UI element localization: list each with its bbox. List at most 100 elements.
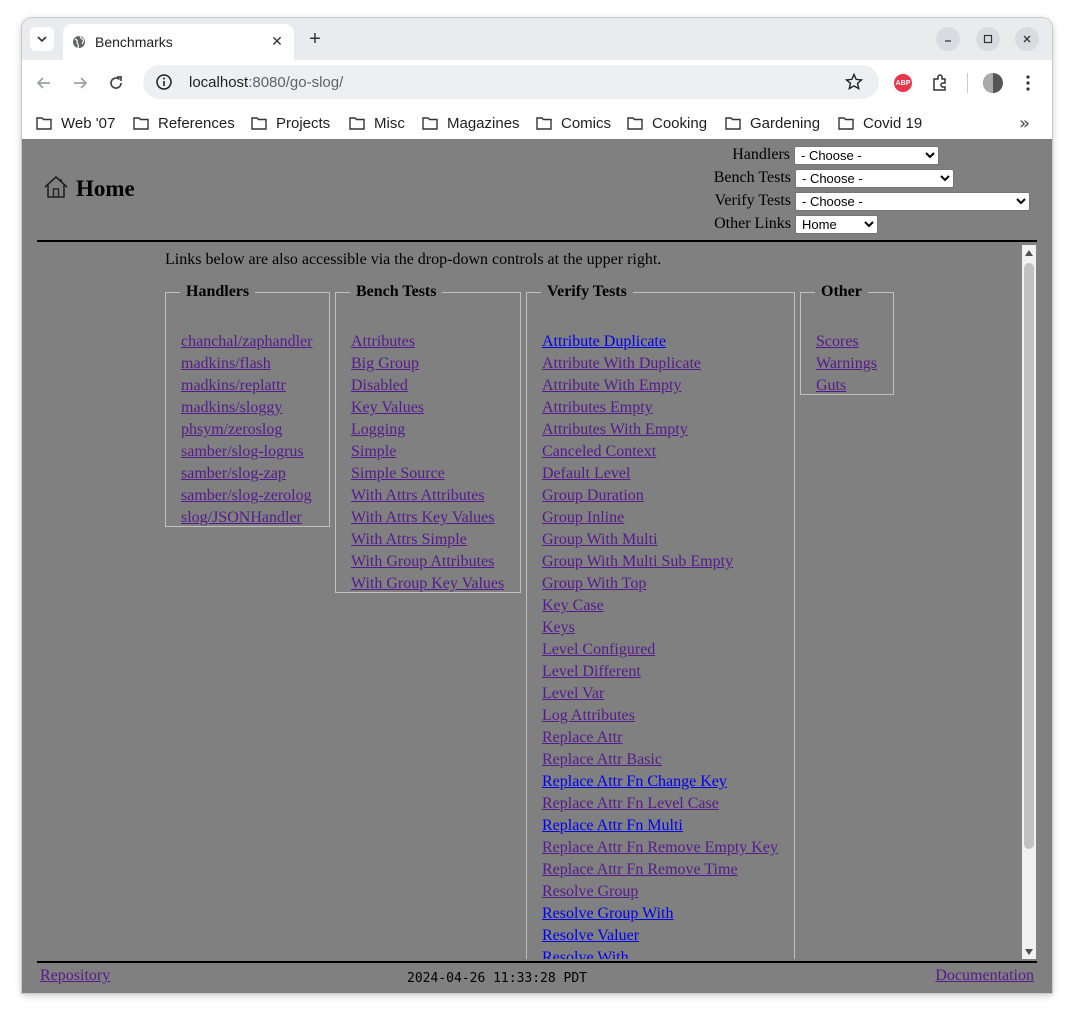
nav-link[interactable]: Replace Attr [542,727,778,749]
nav-link[interactable]: Canceled Context [542,441,778,463]
nav-link[interactable]: Simple [351,441,504,463]
nav-link[interactable]: With Attrs Attributes [351,485,504,507]
intro-text: Links below are also accessible via the … [165,251,662,268]
close-window-button[interactable] [1015,27,1039,51]
nav-link[interactable]: Replace Attr Fn Remove Time [542,859,778,881]
nav-link[interactable]: Attribute With Empty [542,375,778,397]
bookmark-folder[interactable]: Magazines [422,111,520,135]
nav-link[interactable]: Resolve Valuer [542,925,778,947]
other-links-select[interactable]: Home [795,214,878,234]
kebab-menu-icon[interactable] [1020,73,1036,93]
nav-link[interactable]: Guts [816,375,877,397]
nav-link[interactable]: Resolve Group [542,881,778,903]
bookmark-folder[interactable]: Cooking [627,111,707,135]
nav-link[interactable]: samber/slog-zerolog [181,485,312,507]
nav-link[interactable]: madkins/replattr [181,375,312,397]
handlers-select[interactable]: - Choose - [794,145,939,165]
nav-link[interactable]: chanchal/zaphandler [181,331,312,353]
repository-link[interactable]: Repository [40,967,110,985]
adblock-extension-icon[interactable]: ABP [894,74,912,92]
extensions-puzzle-icon[interactable] [930,73,950,93]
nav-link[interactable]: samber/slog-zap [181,463,312,485]
verify-tests-label: Verify Tests [714,192,791,209]
nav-link[interactable]: Resolve With [542,947,778,959]
reload-button[interactable] [104,71,128,95]
verify-tests-select[interactable]: - Choose - [795,191,1030,211]
tab-search-button[interactable] [30,27,54,51]
nav-link[interactable]: Key Case [542,595,778,617]
nav-link[interactable]: With Attrs Key Values [351,507,504,529]
nav-link[interactable]: Default Level [542,463,778,485]
nav-link[interactable]: Group With Multi [542,529,778,551]
nav-link[interactable]: Attributes With Empty [542,419,778,441]
nav-link[interactable]: Replace Attr Fn Level Case [542,793,778,815]
profile-avatar[interactable] [983,73,1003,93]
nav-link[interactable]: With Group Key Values [351,573,504,595]
folder-icon [349,117,365,130]
nav-link[interactable]: Replace Attr Fn Remove Empty Key [542,837,778,859]
nav-link[interactable]: Group Duration [542,485,778,507]
page-scrollbar[interactable] [1022,245,1036,959]
address-bar[interactable]: localhost:8080/go-slog/ [143,65,879,99]
nav-link[interactable]: Replace Attr Basic [542,749,778,771]
nav-link[interactable]: Level Different [542,661,778,683]
nav-link[interactable]: Attribute Duplicate [542,331,778,353]
folder-icon [133,117,149,130]
nav-link[interactable]: Big Group [351,353,504,375]
nav-link[interactable]: Disabled [351,375,504,397]
bookmark-folder[interactable]: Covid 19 [838,111,922,135]
nav-link[interactable]: With Attrs Simple [351,529,504,551]
chevron-down-icon [37,36,47,43]
nav-link[interactable]: phsym/zeroslog [181,419,312,441]
nav-link[interactable]: Replace Attr Fn Change Key [542,771,778,793]
bookmark-folder[interactable]: References [133,111,235,135]
nav-link[interactable]: Logging [351,419,504,441]
bench-tests-fieldset: Bench Tests Attributes Big Group Disabled K… [335,283,521,593]
bookmark-folder[interactable]: Projects [251,111,330,135]
nav-link[interactable]: madkins/sloggy [181,397,312,419]
minimize-button[interactable] [936,27,960,51]
nav-link[interactable]: Resolve Group With [542,903,778,925]
bookmark-folder[interactable]: Web '07 [36,111,115,135]
verify-tests-control: Verify Tests - Choose - [715,191,1030,211]
nav-link[interactable]: Attributes [351,331,504,353]
other-legend: Other [821,283,862,300]
bench-tests-select[interactable]: - Choose - [795,168,954,188]
nav-link[interactable]: Attributes Empty [542,397,778,419]
nav-link[interactable]: Attribute With Duplicate [542,353,778,375]
nav-link[interactable]: Replace Attr Fn Multi [542,815,778,837]
nav-link[interactable]: Level Var [542,683,778,705]
folder-icon [36,117,52,130]
close-tab-icon[interactable]: ✕ [266,31,288,53]
active-tab[interactable]: Benchmarks ✕ [63,24,294,60]
browser-window: Benchmarks ✕ + localhost:8080/go-slog/ A… [22,18,1052,993]
nav-link[interactable]: Log Attributes [542,705,778,727]
nav-link[interactable]: Group With Multi Sub Empty [542,551,778,573]
bookmark-folder[interactable]: Gardening [725,111,820,135]
maximize-button[interactable] [976,27,1000,51]
site-info-icon[interactable] [155,73,173,91]
scroll-down-icon[interactable] [1025,949,1033,955]
bookmark-star-icon[interactable] [845,73,863,91]
nav-link[interactable]: Group Inline [542,507,778,529]
nav-link[interactable]: Warnings [816,353,877,375]
bookmark-folder[interactable]: Comics [536,111,611,135]
nav-link[interactable]: Key Values [351,397,504,419]
nav-link[interactable]: Scores [816,331,877,353]
back-button[interactable] [32,71,56,95]
nav-link[interactable]: Keys [542,617,778,639]
documentation-link[interactable]: Documentation [935,967,1034,985]
scrollbar-thumb[interactable] [1024,263,1034,849]
nav-link[interactable]: madkins/flash [181,353,312,375]
nav-link[interactable]: Group With Top [542,573,778,595]
nav-link[interactable]: samber/slog-logrus [181,441,312,463]
nav-link[interactable]: slog/JSONHandler [181,507,312,529]
forward-button[interactable] [68,71,92,95]
new-tab-button[interactable]: + [303,27,327,51]
more-bookmarks-button[interactable]: » [1019,113,1030,134]
nav-link[interactable]: Level Configured [542,639,778,661]
bookmark-folder[interactable]: Misc [349,111,405,135]
scroll-up-icon[interactable] [1025,250,1033,256]
nav-link[interactable]: Simple Source [351,463,504,485]
nav-link[interactable]: With Group Attributes [351,551,504,573]
